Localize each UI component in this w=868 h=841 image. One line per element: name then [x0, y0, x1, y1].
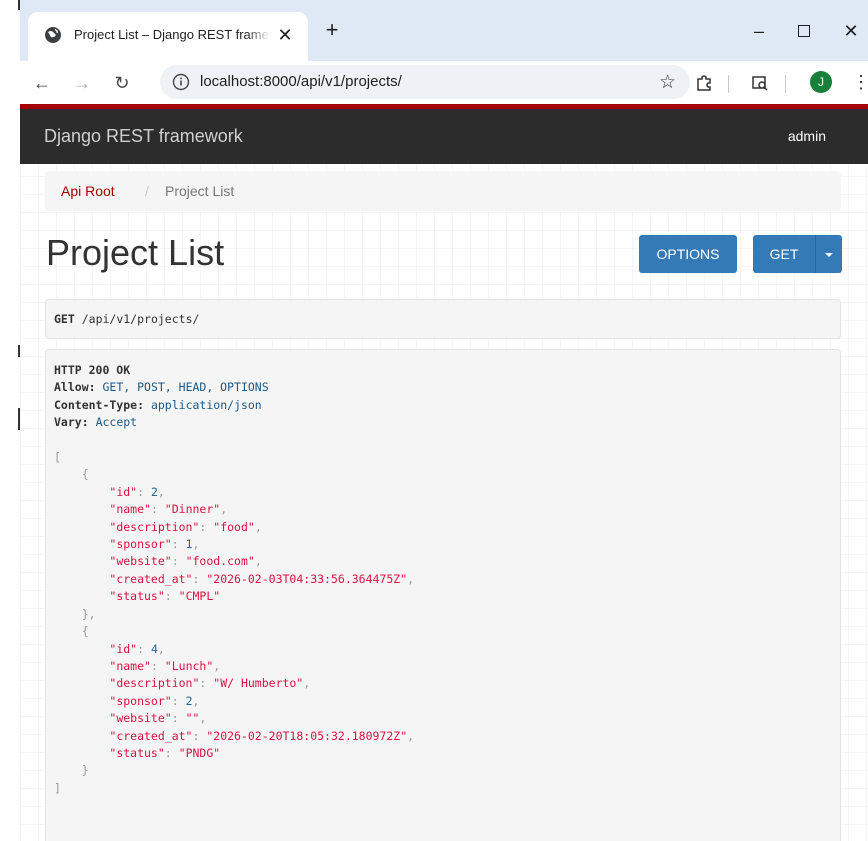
- browser-tab[interactable]: Project List – Django REST framework ✕: [28, 12, 308, 61]
- close-tab-icon[interactable]: ✕: [274, 24, 296, 46]
- tab-strip: Project List – Django REST framework ✕ +…: [20, 0, 868, 61]
- response-info: HTTP 200 OK Allow: GET, POST, HEAD, OPTI…: [45, 349, 841, 841]
- menu-kebab-icon[interactable]: ⋮: [852, 71, 868, 93]
- get-button[interactable]: GET: [753, 235, 815, 273]
- back-icon[interactable]: ←: [30, 71, 54, 95]
- bookmark-star-icon[interactable]: ☆: [659, 71, 676, 94]
- maximize-icon[interactable]: [793, 20, 815, 42]
- brand-link[interactable]: Django REST framework: [44, 126, 243, 147]
- project-description: "W/ Humberto": [213, 676, 304, 691]
- breadcrumb: Api Root / Project List: [45, 171, 841, 211]
- forward-icon[interactable]: →: [70, 71, 94, 95]
- caret-down-icon: [825, 253, 833, 258]
- browser-toolbar: ← → ↻ localhost:8000/api/v1/projects/ ☆ …: [20, 61, 868, 104]
- profile-avatar[interactable]: J: [810, 71, 832, 93]
- project-name: "Dinner": [164, 502, 221, 517]
- header-name: Content-Type:: [54, 397, 145, 412]
- project-description: "food": [213, 519, 255, 534]
- project-created-at: "2026-02-20T18:05:32.180972Z": [206, 728, 408, 743]
- minimize-icon[interactable]: –: [748, 20, 770, 42]
- header-value: Accept: [95, 415, 138, 430]
- reading-mode-icon[interactable]: [748, 71, 772, 95]
- request-path: /api/v1/projects/: [81, 312, 200, 326]
- address-bar[interactable]: localhost:8000/api/v1/projects/ ☆: [160, 65, 690, 99]
- project-sponsor: 2: [185, 693, 193, 708]
- project-status: "CMPL": [178, 589, 221, 604]
- project-created-at: "2026-02-03T04:33:56.364475Z": [206, 571, 408, 586]
- new-tab-button[interactable]: +: [320, 19, 344, 43]
- options-button[interactable]: OPTIONS: [639, 235, 737, 273]
- header-value: GET, POST, HEAD, OPTIONS: [102, 380, 269, 395]
- extensions-icon[interactable]: [692, 71, 716, 95]
- project-name: "Lunch": [164, 658, 214, 673]
- drf-page: Django REST framework admin Api Root / P…: [20, 104, 868, 841]
- close-window-icon[interactable]: ✕: [840, 20, 862, 42]
- project-status: "PNDG": [178, 745, 221, 760]
- project-sponsor: 1: [185, 537, 193, 552]
- toolbar-separator: [785, 75, 786, 93]
- header-name: Allow:: [54, 380, 96, 395]
- url-text: localhost:8000/api/v1/projects/: [200, 73, 402, 90]
- get-format-dropdown[interactable]: [815, 235, 842, 273]
- response-content: HTTP 200 OK Allow: GET, POST, HEAD, OPTI…: [54, 363, 415, 795]
- breadcrumb-api-root[interactable]: Api Root: [61, 183, 115, 199]
- header-name: Vary:: [54, 415, 89, 430]
- tab-title: Project List – Django REST framework: [74, 27, 270, 42]
- globe-icon: [45, 27, 61, 43]
- request-info: GET /api/v1/projects/: [45, 299, 841, 339]
- desktop-edge: [0, 0, 20, 841]
- project-id: 4: [150, 641, 158, 656]
- browser-window: Project List – Django REST framework ✕ +…: [20, 0, 868, 841]
- project-id: 2: [150, 484, 158, 499]
- breadcrumb-separator: /: [145, 183, 149, 199]
- page-title: Project List: [46, 232, 225, 273]
- breadcrumb-current: Project List: [165, 183, 235, 199]
- project-website: "food.com": [185, 554, 255, 569]
- navbar: Django REST framework admin: [20, 109, 868, 164]
- status-line: HTTP 200 OK: [54, 363, 131, 377]
- toolbar-separator: [728, 75, 729, 93]
- site-info-icon[interactable]: [172, 73, 190, 91]
- user-menu[interactable]: admin: [788, 128, 826, 144]
- project-website: "": [185, 711, 200, 726]
- reload-icon[interactable]: ↻: [110, 71, 134, 95]
- request-method: GET: [54, 312, 75, 326]
- header-value: application/json: [150, 397, 262, 412]
